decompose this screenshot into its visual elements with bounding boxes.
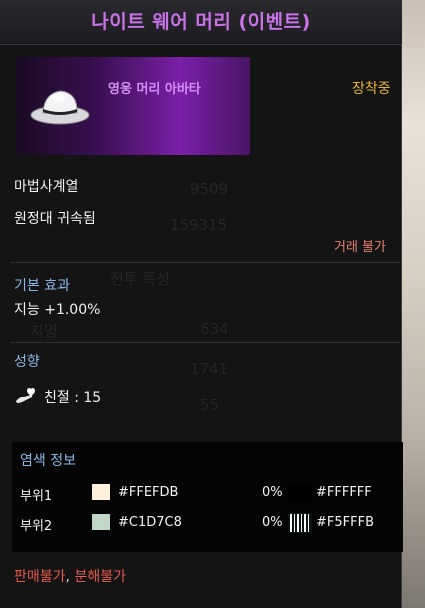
background-text: 치명 xyxy=(30,322,58,340)
tendency-kindness: 친절 : 15 xyxy=(44,390,102,406)
color-hex: #C1D7C8 xyxy=(118,515,182,530)
tendency-header: 성향 xyxy=(14,354,40,370)
dye-info-panel: 염색 정보 부위1 #FFEFDB 0% #FFFFFF 부위2 #C1D7C8… xyxy=(12,442,403,552)
no-sell-label: 판매불가 xyxy=(14,569,66,585)
dye-row: 부위2 #C1D7C8 0% #F5FFFB xyxy=(12,512,403,536)
background-text: 전투 특성 xyxy=(110,270,170,288)
trade-status: 거래 불가 xyxy=(334,240,386,255)
item-grade-label: 영웅 머리 아바타 xyxy=(108,82,201,97)
background-text: 9509 xyxy=(190,180,229,198)
divider xyxy=(10,262,400,263)
item-banner: 영웅 머리 아바타 xyxy=(16,57,250,155)
divider xyxy=(10,342,400,343)
item-tooltip: 나이트 웨어 머리 (이벤트) 무성 아이템레벨 1,591.66 기본 특성 … xyxy=(0,0,403,608)
bind-status: 원정대 귀속됨 xyxy=(14,211,96,227)
background-text: 634 xyxy=(200,320,229,338)
restriction-footer: 판매불가, 분해불가 xyxy=(14,566,126,586)
no-disassemble-label: 분해불가 xyxy=(74,569,126,585)
dye-row: 부위1 #FFEFDB 0% #FFFFFF xyxy=(12,482,403,506)
secondary-color-hex: #F5FFFB xyxy=(316,515,374,530)
night-hat-icon xyxy=(30,90,90,125)
pattern-swatch xyxy=(288,513,312,533)
equipped-status: 장착중 xyxy=(352,81,391,97)
class-restriction: 마법사계열 xyxy=(14,179,79,195)
background-text: 159315 xyxy=(170,216,228,234)
secondary-color-hex: #FFFFFF xyxy=(316,485,372,500)
basic-effect-line: 지능 +1.00% xyxy=(14,302,101,318)
color-hex: #FFEFDB xyxy=(118,485,179,500)
gloss-percent: 0% xyxy=(262,485,283,500)
secondary-color-swatch xyxy=(288,483,312,503)
heart-hand-icon xyxy=(16,388,35,403)
background-text: 55 xyxy=(200,396,220,414)
background-window xyxy=(402,0,425,608)
basic-effect-header: 기본 효과 xyxy=(14,278,70,294)
background-text: 1741 xyxy=(190,360,229,378)
color-swatch xyxy=(92,484,110,500)
color-swatch xyxy=(92,514,110,530)
dye-part-label: 부위1 xyxy=(20,489,53,504)
gloss-percent: 0% xyxy=(262,515,283,530)
item-title: 나이트 웨어 머리 (이벤트) xyxy=(0,0,402,45)
dye-info-header: 염색 정보 xyxy=(20,453,76,469)
dye-part-label: 부위2 xyxy=(20,519,53,534)
